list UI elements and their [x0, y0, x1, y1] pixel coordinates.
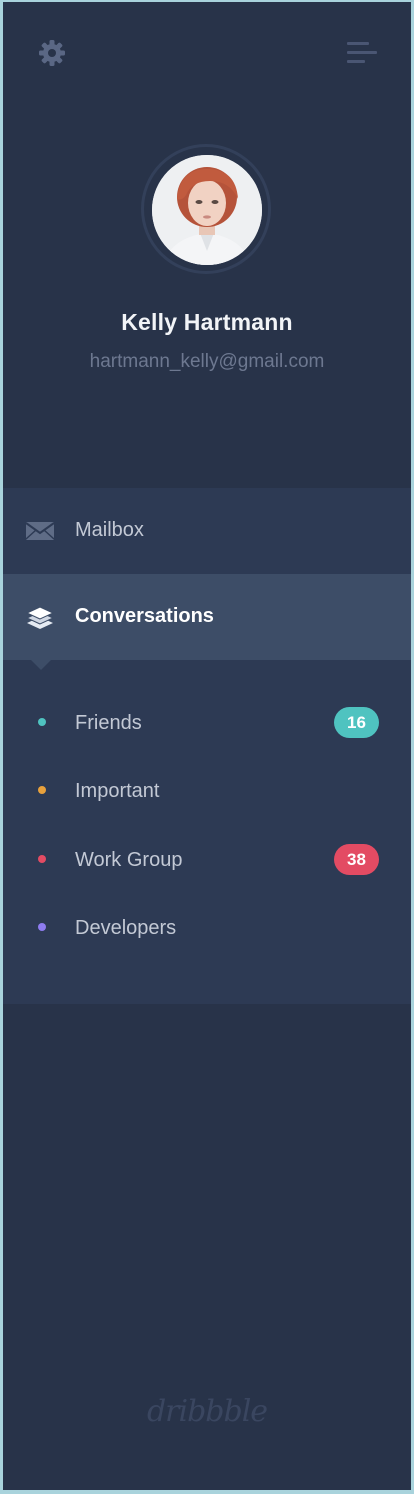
profile-section: Kelly Hartmann hartmann_kelly@gmail.com: [3, 102, 411, 490]
sub-item-work-group[interactable]: Work Group 38: [3, 829, 411, 889]
sub-item-developers[interactable]: Developers: [3, 897, 411, 957]
navigation: Mailbox Conversations Friends 16 Importa…: [3, 488, 411, 1004]
nav-item-conversations[interactable]: Conversations: [3, 574, 411, 660]
top-bar: [3, 2, 411, 102]
nav-item-label: Mailbox: [75, 519, 144, 541]
envelope-icon: [25, 517, 55, 545]
status-dot: [38, 718, 46, 726]
sub-item-friends[interactable]: Friends 16: [3, 692, 411, 752]
status-dot: [38, 786, 46, 794]
sub-item-label: Friends: [75, 712, 142, 734]
nav-item-mailbox[interactable]: Mailbox: [3, 488, 411, 574]
menu-lines-icon[interactable]: [347, 40, 379, 66]
avatar[interactable]: [152, 155, 262, 265]
gear-icon[interactable]: [37, 38, 67, 68]
sub-item-important[interactable]: Important: [3, 760, 411, 820]
count-badge: 38: [334, 844, 379, 875]
status-dot: [38, 855, 46, 863]
sub-item-label: Work Group: [75, 849, 183, 871]
sub-item-label: Important: [75, 780, 160, 802]
status-dot: [38, 923, 46, 931]
sidebar-panel: Kelly Hartmann hartmann_kelly@gmail.com …: [3, 2, 411, 1490]
active-caret: [31, 660, 51, 670]
dribbble-logo: dribbble: [146, 1394, 268, 1429]
profile-email: hartmann_kelly@gmail.com: [89, 351, 325, 372]
count-badge: 16: [334, 707, 379, 738]
profile-name: Kelly Hartmann: [121, 309, 293, 335]
nav-item-label: Conversations: [75, 605, 214, 627]
sub-item-label: Developers: [75, 917, 177, 939]
layers-icon: [25, 603, 55, 631]
